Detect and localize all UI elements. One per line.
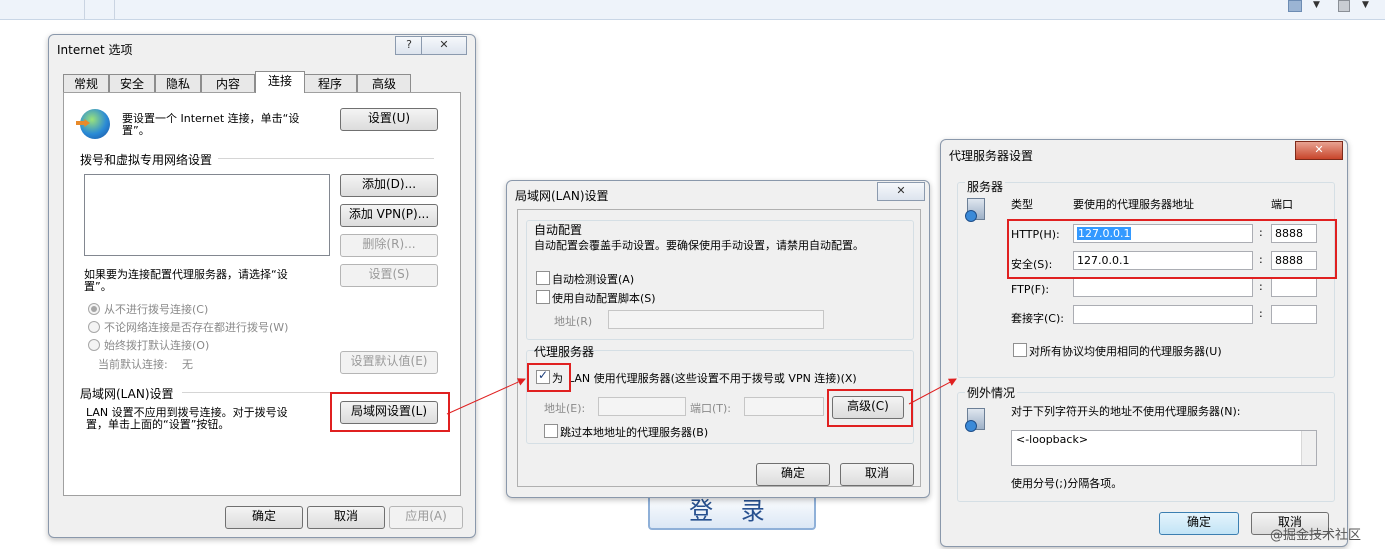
auto-config-desc: 自动配置会覆盖手动设置。要确保使用手动设置，请禁用自动配置。 [534, 239, 864, 252]
add-button[interactable]: 添加(D)... [340, 174, 438, 197]
cancel-button[interactable]: 取消 [307, 506, 385, 529]
proxy-address-field[interactable] [598, 397, 686, 416]
script-address-field[interactable] [608, 310, 824, 329]
lan-text-line2: 置，单击上面的“设置”按钮。 [86, 418, 230, 431]
colon: : [1259, 280, 1263, 293]
current-default-label: 当前默认连接: [98, 358, 168, 371]
colon: : [1259, 307, 1263, 320]
ftp-port-field[interactable] [1271, 278, 1317, 297]
tab-advanced[interactable]: 高级 [357, 74, 411, 93]
setup-button[interactable]: 设置(U) [340, 108, 438, 131]
lan-settings-window: 局域网(LAN)设置 ✕ 自动配置 自动配置会覆盖手动设置。要确保使用手动设置，… [506, 180, 930, 498]
divider [218, 158, 434, 159]
internet-options-window: Internet 选项 ? ✕ 常规 安全 隐私 内容 连接 程序 高级 要设置… [48, 34, 476, 538]
tab-connections[interactable]: 连接 [255, 71, 305, 93]
apply-button[interactable]: 应用(A) [389, 506, 463, 529]
same-proxy-checkbox[interactable] [1013, 343, 1027, 357]
auto-detect-label: 自动检测设置(A) [552, 273, 635, 286]
close-button[interactable]: ✕ [877, 182, 925, 201]
socks-label: 套接字(C): [1011, 312, 1064, 325]
setup-text-line2: 置”。 [122, 124, 150, 137]
exceptions-scrollbar[interactable] [1301, 431, 1316, 465]
proxy-header: 代理服务器 [534, 345, 595, 359]
network-icon [965, 210, 977, 222]
radio-never-dial[interactable] [88, 303, 100, 315]
lan-panel: 自动配置 自动配置会覆盖手动设置。要确保使用手动设置，请禁用自动配置。 自动检测… [517, 209, 921, 487]
chevron-down-icon[interactable]: ▼ [1362, 0, 1369, 10]
highlight-use-proxy [527, 363, 571, 392]
bypass-local-label: 跳过本地地址的代理服务器(B) [560, 426, 709, 439]
tab-security[interactable]: 安全 [109, 74, 155, 93]
window-title: Internet 选项 [57, 43, 133, 57]
auto-detect-checkbox[interactable] [536, 271, 550, 285]
radio-never-dial-label: 从不进行拨号连接(C) [104, 303, 209, 316]
connections-panel: 要设置一个 Internet 连接，单击“设 置”。 设置(U) 拨号和虚拟专用… [63, 92, 461, 496]
set-default-button[interactable]: 设置默认值(E) [340, 351, 438, 374]
exceptions-desc: 对于下列字符开头的地址不使用代理服务器(N): [1011, 405, 1241, 418]
close-button[interactable]: ✕ [1295, 141, 1343, 160]
address-label: 地址(R) [554, 315, 593, 328]
exceptions-header: 例外情况 [965, 384, 1018, 401]
close-button[interactable]: ✕ [421, 36, 467, 55]
feed-icon[interactable] [1338, 0, 1350, 12]
col-type: 类型 [1011, 198, 1033, 211]
current-default-value: 无 [182, 358, 193, 371]
highlight-lan-settings [330, 392, 450, 432]
dialup-section-label: 拨号和虚拟专用网络设置 [80, 153, 213, 167]
separator-hint: 使用分号(;)分隔各项。 [1011, 477, 1123, 490]
radio-dial-whenever[interactable] [88, 321, 100, 333]
proxy-address-label: 地址(E): [544, 402, 586, 415]
lan-section-label: 局域网(LAN)设置 [80, 387, 174, 401]
use-script-label: 使用自动配置脚本(S) [552, 292, 656, 305]
add-vpn-button[interactable]: 添加 VPN(P)... [340, 204, 438, 227]
ok-button[interactable]: 确定 [225, 506, 303, 529]
radio-always-dial[interactable] [88, 339, 100, 351]
window-title: 局域网(LAN)设置 [515, 189, 609, 203]
port-label: 端口(T): [690, 402, 732, 415]
tab-content[interactable]: 内容 [201, 74, 255, 93]
home-icon[interactable] [1288, 0, 1302, 12]
highlight-http-secure [1007, 219, 1337, 279]
use-script-checkbox[interactable] [536, 290, 550, 304]
window-title: 代理服务器设置 [949, 149, 1034, 163]
proxy-port-field[interactable] [744, 397, 824, 416]
auto-config-header: 自动配置 [534, 223, 583, 237]
radio-dial-whenever-label: 不论网络连接是否存在都进行拨号(W) [104, 321, 289, 334]
connections-list[interactable] [84, 174, 330, 256]
chevron-down-icon[interactable]: ▼ [1313, 0, 1320, 10]
bypass-local-checkbox[interactable] [544, 424, 558, 438]
help-button[interactable]: ? [395, 36, 423, 55]
watermark: @掘金技术社区 [1270, 528, 1362, 543]
exceptions-value: <-loopback> [1016, 433, 1089, 446]
radio-always-dial-label: 始终拨打默认连接(O) [104, 339, 210, 352]
browser-toolbar: ▼ ▼ [0, 0, 1385, 20]
use-proxy-label: LAN 使用代理服务器(这些设置不用于拨号或 VPN 连接)(X) [568, 372, 857, 385]
tab-strip: 常规 安全 隐私 内容 连接 程序 高级 [63, 71, 463, 93]
delete-button[interactable]: 删除(R)... [340, 234, 438, 257]
proxy-settings-window: 代理服务器设置 ✕ 服务器 类型 要使用的代理服务器地址 端口 HTTP(H):… [940, 139, 1348, 547]
settings-button[interactable]: 设置(S) [340, 264, 438, 287]
socks-address-field[interactable] [1073, 305, 1253, 324]
cancel-button[interactable]: 取消 [840, 463, 914, 486]
tab-privacy[interactable]: 隐私 [155, 74, 201, 93]
col-address: 要使用的代理服务器地址 [1073, 198, 1194, 211]
highlight-advanced [827, 389, 913, 427]
network-icon [965, 420, 977, 432]
tab-general[interactable]: 常规 [63, 74, 109, 93]
ok-button[interactable]: 确定 [756, 463, 830, 486]
proxy-hint-line2: 置”。 [84, 280, 112, 293]
toolbar-segment [0, 0, 85, 20]
col-port: 端口 [1271, 198, 1293, 211]
servers-header: 服务器 [965, 178, 1006, 195]
ftp-address-field[interactable] [1073, 278, 1253, 297]
tab-programs[interactable]: 程序 [303, 74, 357, 93]
toolbar-segment [84, 0, 115, 20]
same-proxy-label: 对所有协议均使用相同的代理服务器(U) [1029, 345, 1222, 358]
proxy-hint-line1: 如果要为连接配置代理服务器，请选择“设 [84, 268, 288, 281]
ftp-label: FTP(F): [1011, 283, 1050, 296]
ok-button[interactable]: 确定 [1159, 512, 1239, 535]
exceptions-textarea[interactable]: <-loopback> [1011, 430, 1317, 466]
socks-port-field[interactable] [1271, 305, 1317, 324]
